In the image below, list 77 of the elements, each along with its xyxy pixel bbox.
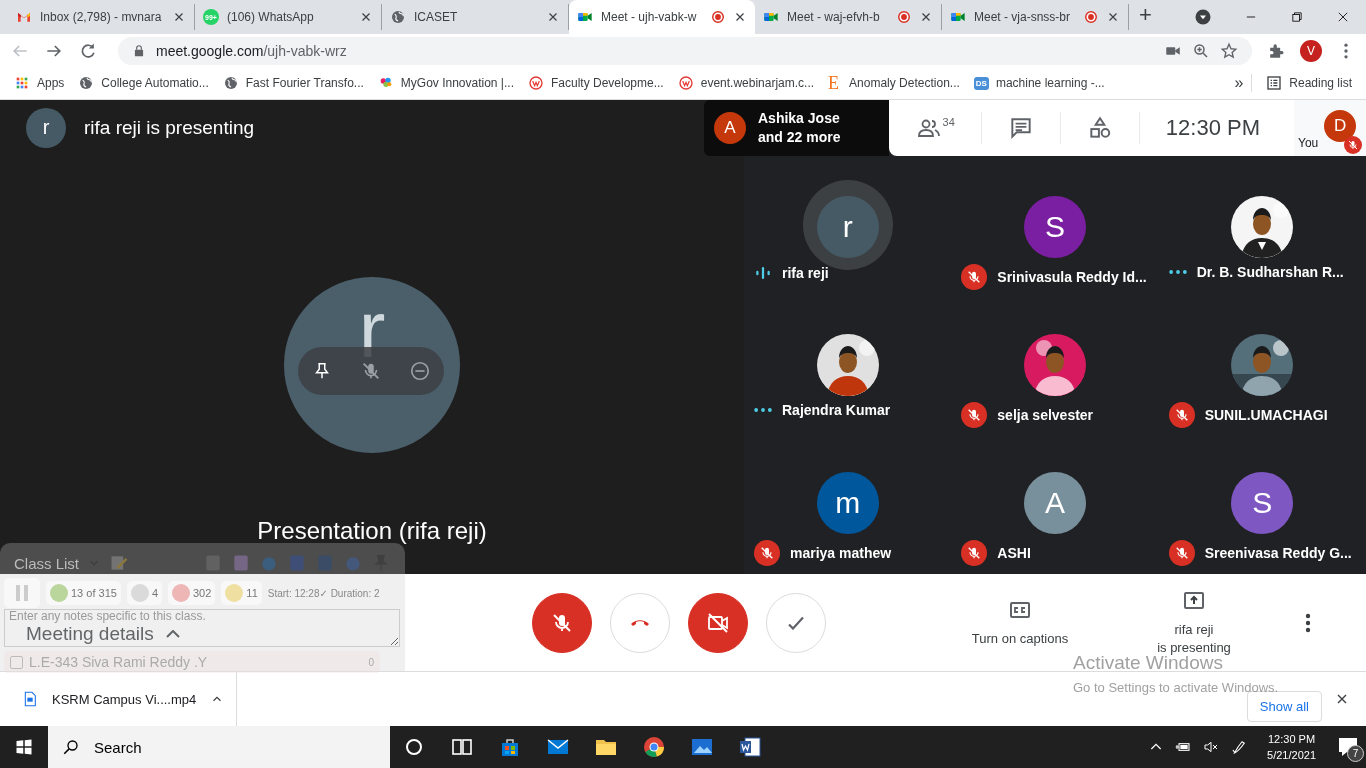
speaker-name: Ashika Jose <box>758 108 841 128</box>
bookmark[interactable]: DS machine learning -... <box>973 76 1105 91</box>
check-icon <box>788 615 804 630</box>
address-field[interactable]: meet.google.com/ujh-vabk-wrz <box>118 36 1252 65</box>
participant-name: Rajendra Kumar <box>782 401 891 418</box>
bookmark[interactable]: MyGov Innovation |... <box>377 75 514 92</box>
avatar: S <box>1231 471 1294 534</box>
chat-bubble-icon: DS <box>973 76 989 90</box>
list-icon <box>1266 75 1283 92</box>
avatar: A <box>1024 471 1086 534</box>
presenter-title: rifa reji is presenting <box>84 116 255 139</box>
circle-logo-icon <box>528 75 544 92</box>
browser-logo-icon[interactable] <box>642 735 666 759</box>
globe-icon <box>78 75 95 92</box>
letter-icon: E <box>828 72 843 94</box>
url-text: meet.google.com/ujh-vabk-wrz <box>156 42 347 59</box>
browser-tab[interactable]: Meet - waj-efvh-b <box>755 4 942 30</box>
system-clock[interactable]: 12:30 PM 5/21/2021 <box>1267 731 1316 763</box>
participant-name: Sreenivasa Reddy G... <box>1204 544 1352 561</box>
participant-name: rifa reji <box>782 264 829 281</box>
zoom-icon[interactable] <box>1192 41 1210 60</box>
present-students-button[interactable]: 13 of 315 <box>46 581 121 605</box>
participant-name: selja selvester <box>997 406 1094 423</box>
new-tab-button[interactable]: + <box>1129 2 1162 28</box>
star-icon[interactable] <box>1220 41 1238 60</box>
meeting-details-button[interactable]: Meeting details <box>26 622 350 645</box>
self-label: You <box>1297 135 1319 150</box>
notifications-button[interactable]: 7 <box>1330 732 1366 762</box>
profile-avatar[interactable]: V <box>1300 39 1322 62</box>
count-label: 0 <box>368 656 374 668</box>
tab-search-icon[interactable] <box>1194 8 1212 26</box>
unknown-students-button[interactable]: 11 <box>221 581 262 605</box>
avatar: A <box>714 111 746 144</box>
caret-up-icon <box>165 629 180 638</box>
presenter-avatar: r <box>284 276 460 453</box>
bookmark[interactable]: College Automatio... <box>78 75 209 92</box>
participant-name: SUNIL.UMACHAGI <box>1204 406 1328 423</box>
windows-icon[interactable] <box>15 738 33 756</box>
presenting-button[interactable]: rifa reji is presenting <box>1122 588 1266 657</box>
bookmark[interactable]: event.webinarjam.c... <box>677 75 815 92</box>
reading-list-button[interactable]: Reading list <box>1266 75 1352 92</box>
avatar: S <box>1024 195 1086 258</box>
bookmark[interactable]: Apps <box>14 75 65 92</box>
bookmark[interactable]: E Anomaly Detection... <box>828 72 960 94</box>
avatar: r <box>26 107 66 148</box>
bookmark[interactable]: Fast Fourier Transfo... <box>222 75 364 92</box>
meeting-clock: 12:30 PM <box>1165 114 1260 141</box>
participant-name: Srinivasula Reddy Id... <box>997 268 1147 285</box>
search-icon <box>62 738 80 756</box>
camera-off-icon <box>706 610 730 635</box>
participant-name: Dr. B. Sudharshan R... <box>1196 263 1344 280</box>
browser-tab[interactable]: Meet - vja-snss-br <box>942 4 1129 30</box>
globe-icon <box>390 9 406 25</box>
speaker-more: and 22 more <box>758 127 841 147</box>
bookmark[interactable]: Faculty Developme... <box>528 75 664 92</box>
avatar: D <box>1324 109 1357 142</box>
phone-icon <box>630 618 650 627</box>
absent-students-button[interactable]: 302 <box>168 581 216 605</box>
timing-text: Start: 12:28✓ Duration: 2 <box>267 587 380 599</box>
more-bookmarks-button[interactable]: » <box>1234 74 1253 93</box>
captions-button[interactable]: Turn on captions <box>948 597 1092 648</box>
class-list-dropdown[interactable]: Class List <box>14 554 80 572</box>
avatar: m <box>816 471 879 534</box>
circle-logo-icon <box>677 75 694 92</box>
file-icon <box>22 690 38 709</box>
search-field[interactable]: Search <box>48 726 390 768</box>
checkbox[interactable] <box>10 655 23 669</box>
ghost-students-button[interactable]: 4 <box>126 581 162 605</box>
presentation-label: Presentation (rifa reji) <box>257 516 487 545</box>
browser-tab[interactable]: Meet - ujh-vabk-w <box>569 0 755 34</box>
people-button[interactable]: 34 <box>914 115 955 140</box>
lock-icon <box>132 43 146 58</box>
browser-tab[interactable]: Inbox (2,798) - mvnara <box>8 4 195 30</box>
globe-icon <box>222 75 239 92</box>
remove-icon[interactable] <box>408 359 431 382</box>
participant-name: ASHI <box>997 544 1031 561</box>
participant-name: mariya mathew <box>790 544 892 561</box>
